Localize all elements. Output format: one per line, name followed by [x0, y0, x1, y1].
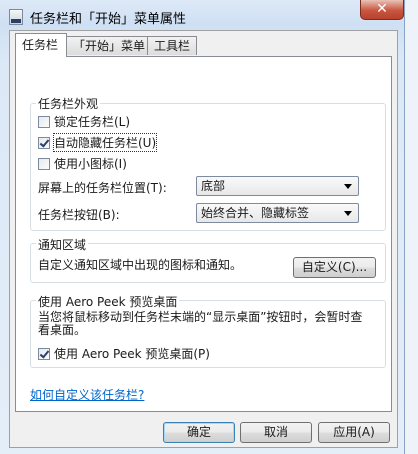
lock-taskbar-checkbox[interactable]: 锁定任务栏(L)	[38, 113, 130, 130]
apply-button[interactable]: 应用(A)	[318, 422, 390, 443]
lock-taskbar-label: 锁定任务栏(L)	[54, 115, 131, 129]
checkbox-box	[38, 157, 50, 170]
close-icon: ✕	[376, 1, 388, 17]
tab-taskbar[interactable]: 任务栏	[15, 33, 67, 57]
customize-button[interactable]: 自定义(C)...	[293, 257, 376, 278]
taskbar-location-select[interactable]: 底部	[196, 176, 359, 196]
autohide-taskbar-label: 自动隐藏任务栏(U)	[52, 133, 158, 152]
taskbar-location-value: 底部	[201, 179, 226, 193]
taskbar-buttons-value: 始终合并、隐藏标签	[201, 206, 310, 220]
tab-start-menu[interactable]: 「开始」菜单	[66, 36, 148, 55]
appearance-group-label: 任务栏外观	[36, 95, 101, 112]
cancel-button[interactable]: 取消	[240, 422, 312, 443]
taskbar-tab-panel: 任务栏外观 锁定任务栏(L) 自动隐藏任务栏(U) 使用小图标(I) 屏幕上的任…	[15, 56, 392, 412]
taskbar-buttons-label: 任务栏按钮(B):	[38, 208, 120, 222]
taskbar-buttons-select[interactable]: 始终合并、隐藏标签	[196, 203, 359, 223]
autohide-taskbar-checkbox[interactable]: 自动隐藏任务栏(U)	[38, 133, 158, 152]
checkbox-box-checked	[38, 136, 50, 149]
title-bar[interactable]: 任务栏和「开始」菜单属性 ✕	[0, 0, 405, 30]
aero-peek-checkbox-label: 使用 Aero Peek 预览桌面(P)	[54, 347, 210, 361]
aero-peek-checkbox[interactable]: 使用 Aero Peek 预览桌面(P)	[38, 345, 210, 362]
checkbox-box	[38, 115, 50, 128]
ok-button[interactable]: 确定	[163, 422, 235, 443]
help-link[interactable]: 如何自定义该任务栏?	[30, 386, 144, 403]
tab-toolbars[interactable]: 工具栏	[147, 36, 197, 55]
window-title: 任务栏和「开始」菜单属性	[30, 12, 187, 27]
dropdown-arrow-icon	[344, 184, 352, 189]
notification-area-description: 自定义通知区域中出现的图标和通知。	[38, 258, 243, 272]
notification-area-group-label: 通知区域	[36, 236, 89, 253]
window-app-icon	[9, 9, 23, 25]
aero-peek-group-label: 使用 Aero Peek 预览桌面	[36, 293, 180, 310]
checkbox-box-checked	[38, 347, 50, 360]
close-button[interactable]: ✕	[360, 0, 404, 20]
small-icons-label: 使用小图标(I)	[54, 157, 127, 171]
aero-peek-description: 当您将鼠标移动到任务栏末端的“显示桌面”按钮时，会暂时查看桌面。	[38, 310, 363, 337]
properties-window: 任务栏和「开始」菜单属性 ✕ 任务栏 「开始」菜单 工具栏 任务栏外观 锁定任务…	[0, 0, 405, 454]
small-icons-checkbox[interactable]: 使用小图标(I)	[38, 155, 127, 172]
taskbar-location-label: 屏幕上的任务栏位置(T):	[38, 181, 167, 195]
dropdown-arrow-icon	[344, 211, 352, 216]
